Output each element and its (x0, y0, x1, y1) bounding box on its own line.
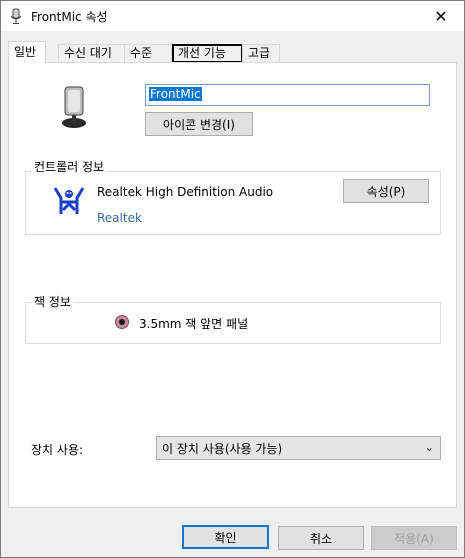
device-name-value: FrontMic (149, 87, 202, 101)
controller-vendor-link[interactable]: Realtek (97, 211, 142, 225)
microphone-icon (10, 8, 22, 24)
controller-info-label: 컨트롤러 정보 (31, 158, 108, 175)
device-name-input[interactable]: FrontMic (145, 84, 430, 106)
tab-general[interactable]: 일반 (8, 41, 46, 63)
device-usage-label: 장치 사용: (31, 443, 84, 457)
device-usage-select[interactable]: 이 장치 사용(사용 가능) ⌄ (156, 436, 441, 460)
jack-info-label: 잭 정보 (31, 293, 74, 310)
chevron-down-icon: ⌄ (424, 441, 434, 454)
jack-description: 3.5mm 잭 앞면 패널 (139, 317, 249, 331)
apply-button[interactable]: 적용(A) (371, 526, 457, 550)
close-icon: ✕ (434, 6, 448, 26)
tab-enhancements[interactable]: 개선 기능 (172, 44, 243, 63)
device-usage-value: 이 장치 사용(사용 가능) (162, 442, 283, 456)
microphone-device-icon (62, 86, 86, 128)
controller-name: Realtek High Definition Audio (97, 185, 274, 199)
tab-advanced[interactable]: 고급 (242, 44, 280, 63)
title-bar: FrontMic 속성 ✕ (1, 1, 464, 31)
tab-listen[interactable]: 수신 대기 (58, 44, 125, 63)
realtek-logo-icon (53, 187, 85, 214)
jack-color-icon (115, 315, 129, 329)
window-title: FrontMic 속성 (31, 10, 108, 24)
change-icon-button[interactable]: 아이콘 변경(I) (145, 112, 253, 136)
tab-levels[interactable]: 수준 (124, 44, 172, 63)
properties-button[interactable]: 속성(P) (343, 179, 429, 203)
ok-button[interactable]: 확인 (182, 525, 269, 549)
close-button[interactable]: ✕ (418, 1, 464, 31)
properties-window: FrontMic 속성 ✕ 일반 수신 대기 수준 개선 기능 고급 Front… (0, 0, 465, 558)
cancel-button[interactable]: 취소 (278, 526, 364, 550)
